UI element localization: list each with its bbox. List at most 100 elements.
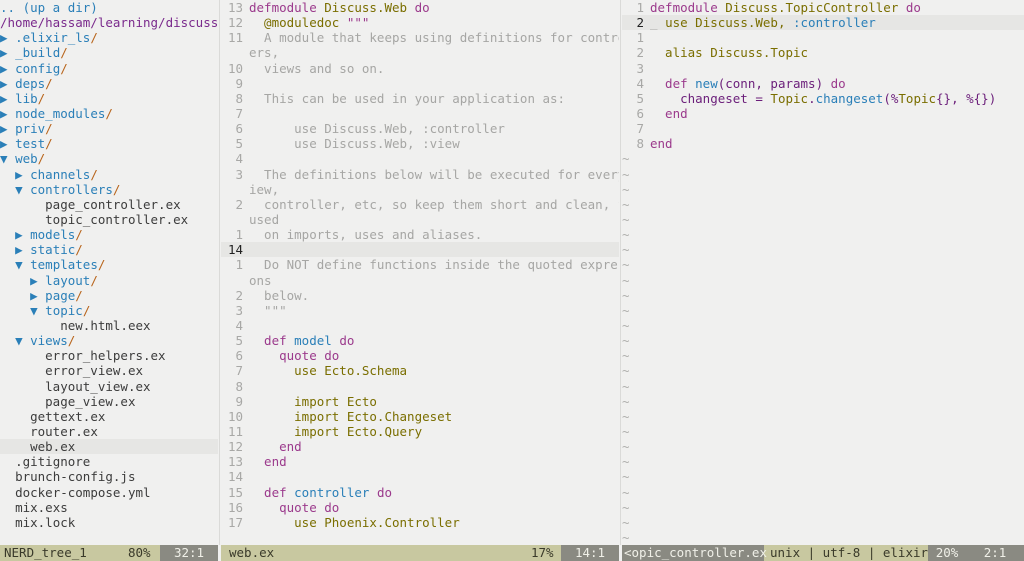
code-line[interactable]: 1 defmodule Discuss.TopicController do bbox=[622, 0, 1024, 15]
code-line[interactable]: 17 use Phoenix.Controller bbox=[221, 515, 619, 530]
tree-file[interactable]: new.html.eex bbox=[0, 318, 218, 333]
code-line[interactable]: 14 bbox=[221, 469, 619, 484]
tree-directory[interactable]: ▶ layout/ bbox=[0, 273, 218, 288]
code-line[interactable]: 2 below. bbox=[221, 288, 619, 303]
code-line[interactable]: 12 @moduledoc """ bbox=[221, 15, 619, 30]
line-number: 2 bbox=[636, 45, 644, 61]
code-line[interactable]: 3 """ bbox=[221, 303, 619, 318]
code-line[interactable]: 5 def model do bbox=[221, 333, 619, 348]
code-token: do bbox=[898, 0, 921, 15]
tree-directory[interactable]: ▶ config/ bbox=[0, 61, 218, 76]
code-line[interactable]: 1 on imports, uses and aliases. bbox=[221, 227, 619, 242]
code-line[interactable]: 9 import Ecto bbox=[221, 394, 619, 409]
tree-file[interactable]: layout_view.ex bbox=[0, 379, 218, 394]
code-line[interactable]: 13 end bbox=[221, 454, 619, 469]
code-line[interactable]: 8 bbox=[221, 379, 619, 394]
tree-directory[interactable]: ▶ lib/ bbox=[0, 91, 218, 106]
code-line[interactable]: 5 use Discuss.Web, :view bbox=[221, 136, 619, 151]
code-line[interactable]: 10 views and so on. bbox=[221, 61, 619, 76]
code-line[interactable]: 6 use Discuss.Web, :controller bbox=[221, 121, 619, 136]
code-text: end bbox=[243, 439, 302, 454]
code-line[interactable]: used bbox=[221, 212, 619, 227]
code-line[interactable]: 10 import Ecto.Changeset bbox=[221, 409, 619, 424]
empty-line-marker: ~ bbox=[622, 439, 1024, 454]
tree-directory[interactable]: ▶ priv/ bbox=[0, 121, 218, 136]
tilde-marker: ~ bbox=[622, 242, 630, 258]
code-line[interactable]: 3 The definitions below will be executed… bbox=[221, 167, 619, 182]
tree-directory[interactable]: ▶ channels/ bbox=[0, 167, 218, 182]
tree-file[interactable]: error_helpers.ex bbox=[0, 348, 218, 363]
code-line[interactable]: 6 end bbox=[622, 106, 1024, 121]
code-line[interactable]: 12 end bbox=[221, 439, 619, 454]
tree-directory[interactable]: ▼ web/ bbox=[0, 151, 218, 166]
code-line[interactable]: 7 bbox=[622, 121, 1024, 136]
code-line[interactable]: 2 alias Discuss.Topic bbox=[622, 45, 1024, 60]
tree-file[interactable]: docker-compose.yml bbox=[0, 485, 218, 500]
editor-pane-topic-controller[interactable]: 1 defmodule Discuss.TopicController do 2 _ … bbox=[622, 0, 1024, 545]
tree-file[interactable]: web.ex bbox=[0, 439, 218, 455]
tree-directory[interactable]: ▶ _build/ bbox=[0, 45, 218, 60]
code-line[interactable]: 1 bbox=[622, 30, 1024, 45]
line-number: 10 bbox=[227, 60, 243, 76]
tree-directory[interactable]: ▼ views/ bbox=[0, 333, 218, 348]
code-line[interactable]: 7 use Ecto.Schema bbox=[221, 363, 619, 378]
code-line[interactable]: 13 defmodule Discuss.Web do bbox=[221, 0, 619, 15]
tree-directory[interactable]: ▶ deps/ bbox=[0, 76, 218, 91]
tree-header[interactable]: .. (up a dir) bbox=[0, 0, 218, 15]
tree-directory[interactable]: ▶ test/ bbox=[0, 136, 218, 151]
tree-directory[interactable]: ▶ static/ bbox=[0, 242, 218, 257]
tree-header[interactable]: /home/hassam/learning/discuss/ bbox=[0, 15, 218, 30]
code-line[interactable]: 4 bbox=[221, 151, 619, 166]
tree-file[interactable]: brunch-config.js bbox=[0, 469, 218, 484]
code-line[interactable]: 8 This can be used in your application a… bbox=[221, 91, 619, 106]
tree-directory[interactable]: ▶ models/ bbox=[0, 227, 218, 242]
code-line[interactable]: 11 A module that keeps using definitions… bbox=[221, 30, 619, 45]
editor-pane-web[interactable]: 13 defmodule Discuss.Web do 12 @moduledoc … bbox=[221, 0, 619, 545]
tree-file[interactable]: error_view.ex bbox=[0, 363, 218, 378]
tree-file[interactable]: gettext.ex bbox=[0, 409, 218, 424]
tree-file[interactable]: topic_controller.ex bbox=[0, 212, 218, 227]
tree-directory[interactable]: ▼ templates/ bbox=[0, 257, 218, 272]
window-separator[interactable] bbox=[219, 0, 220, 545]
tree-file[interactable]: mix.lock bbox=[0, 515, 218, 530]
code-line[interactable]: 7 bbox=[221, 106, 619, 121]
tree-file[interactable]: mix.exs bbox=[0, 500, 218, 515]
code-line[interactable]: iew, bbox=[221, 182, 619, 197]
tree-file[interactable]: page_view.ex bbox=[0, 394, 218, 409]
code-line[interactable]: 4 def new(conn, params) do bbox=[622, 76, 1024, 91]
code-line[interactable]: ons bbox=[221, 273, 619, 288]
tree-directory-name: topic bbox=[45, 302, 83, 318]
tree-slash: / bbox=[45, 121, 53, 137]
tree-directory[interactable]: ▶ .elixir_ls/ bbox=[0, 30, 218, 45]
code-line[interactable]: 4 bbox=[221, 318, 619, 333]
tree-file[interactable]: .gitignore bbox=[0, 454, 218, 469]
nerdtree-pane[interactable]: .. (up a dir)/home/hassam/learning/discu… bbox=[0, 0, 218, 545]
tree-directory[interactable]: ▶ node_modules/ bbox=[0, 106, 218, 121]
code-line[interactable]: 1 Do NOT define functions inside the quo… bbox=[221, 257, 619, 272]
code-line[interactable]: 9 bbox=[221, 76, 619, 91]
code-token: quote do bbox=[249, 348, 340, 364]
tree-directory[interactable]: ▼ topic/ bbox=[0, 303, 218, 318]
code-line[interactable]: 6 quote do bbox=[221, 348, 619, 363]
tilde-marker: ~ bbox=[622, 484, 630, 500]
tree-directory[interactable]: ▼ controllers/ bbox=[0, 182, 218, 197]
code-line[interactable]: 2 _ use Discuss.Web, :controller bbox=[622, 15, 1024, 31]
code-line[interactable]: 11 import Ecto.Query bbox=[221, 424, 619, 439]
code-line[interactable]: 8 end bbox=[622, 136, 1024, 151]
code-line[interactable]: 3 bbox=[622, 61, 1024, 76]
tree-file[interactable]: page_controller.ex bbox=[0, 197, 218, 212]
code-line[interactable]: 15 def controller do bbox=[221, 485, 619, 500]
code-line[interactable]: ers, bbox=[221, 45, 619, 60]
tree-directory[interactable]: ▶ page/ bbox=[0, 288, 218, 303]
code-line[interactable]: 14 bbox=[221, 242, 619, 258]
code-line[interactable]: 2 controller, etc, so keep them short an… bbox=[221, 197, 619, 212]
code-line[interactable]: 16 quote do bbox=[221, 500, 619, 515]
code-token: used bbox=[249, 211, 280, 227]
code-token: Topic bbox=[898, 90, 937, 106]
window-separator[interactable] bbox=[620, 0, 621, 545]
tree-file[interactable]: router.ex bbox=[0, 424, 218, 439]
code-line[interactable]: 5 changeset = Topic.changeset(%Topic{}, … bbox=[622, 91, 1024, 106]
